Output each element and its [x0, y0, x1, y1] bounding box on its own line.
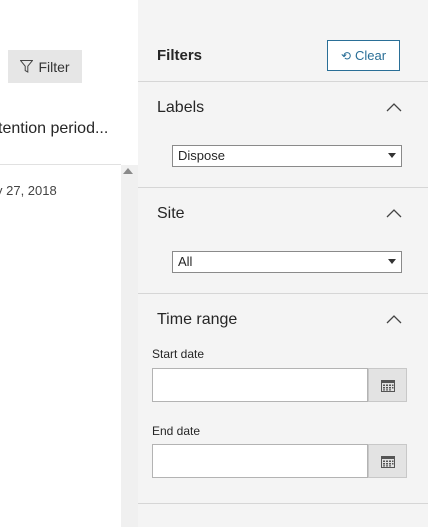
divider: [138, 187, 428, 188]
list-item-date[interactable]: y 27, 2018: [0, 183, 57, 198]
chevron-up-icon[interactable]: [386, 101, 402, 113]
divider: [138, 81, 428, 82]
site-dropdown[interactable]: All: [172, 251, 402, 273]
panel-title: Filters: [157, 47, 203, 64]
dropdown-arrow-icon: [388, 153, 396, 158]
site-dropdown-value: All: [178, 254, 193, 269]
labels-section-title[interactable]: Labels: [157, 99, 204, 117]
clear-button[interactable]: ⟲ Clear: [327, 40, 400, 71]
calendar-icon: [380, 379, 395, 392]
end-date-input[interactable]: [152, 444, 368, 478]
results-list-area: Filter tention period... y 27, 2018: [0, 0, 138, 527]
calendar-icon: [380, 455, 395, 468]
labels-dropdown[interactable]: Dispose: [172, 145, 402, 167]
column-header-retention-period[interactable]: tention period...: [0, 120, 108, 138]
undo-icon: ⟲: [340, 48, 351, 63]
end-date-label: End date: [152, 424, 201, 438]
time-range-section-title[interactable]: Time range: [157, 311, 237, 329]
chevron-up-icon[interactable]: [386, 313, 402, 325]
chevron-up-icon[interactable]: [386, 207, 402, 219]
divider: [138, 503, 428, 504]
start-date-input[interactable]: [152, 368, 368, 402]
divider: [138, 293, 428, 294]
clear-button-label: Clear: [354, 48, 387, 63]
site-section-title[interactable]: Site: [157, 205, 185, 223]
labels-dropdown-value: Dispose: [178, 148, 225, 163]
filter-button-label: Filter: [38, 58, 70, 75]
filters-panel: Filters ⟲ Clear Labels Dispose Site All …: [138, 0, 428, 527]
start-date-calendar-button[interactable]: [368, 368, 407, 402]
dropdown-arrow-icon: [388, 259, 396, 264]
end-date-calendar-button[interactable]: [368, 444, 407, 478]
filter-button[interactable]: Filter: [8, 50, 82, 83]
funnel-icon: [20, 60, 34, 73]
scroll-up-arrow-icon[interactable]: [123, 168, 133, 174]
header-divider: [0, 164, 121, 165]
scrollbar[interactable]: [121, 165, 138, 527]
start-date-label: Start date: [152, 347, 205, 361]
